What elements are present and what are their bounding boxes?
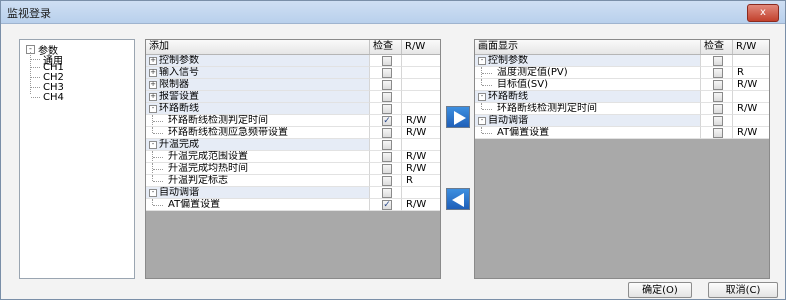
- table-row[interactable]: 温度测定值(PV) R: [475, 67, 769, 79]
- cancel-button[interactable]: 取消(C): [708, 282, 778, 298]
- checkbox[interactable]: [713, 56, 723, 66]
- grid-header: 添加 检查 R/W: [146, 40, 440, 55]
- expand-icon: +: [149, 56, 157, 65]
- checkbox-checked[interactable]: ✓: [382, 116, 392, 126]
- remove-from-display-button[interactable]: [446, 188, 470, 210]
- parameter-tree[interactable]: - 参数 通用 CH1 CH2 CH3 CH4: [19, 39, 135, 279]
- ok-button[interactable]: 确定(O): [628, 282, 692, 298]
- grid-header: 画面显示 检查 R/W: [475, 40, 769, 55]
- column-header-display[interactable]: 画面显示: [475, 40, 701, 54]
- collapse-icon: -: [478, 93, 486, 101]
- checkbox[interactable]: [382, 92, 392, 102]
- checkbox[interactable]: [713, 92, 723, 102]
- close-button[interactable]: x: [747, 4, 779, 22]
- checkbox[interactable]: [382, 188, 392, 198]
- expand-icon: +: [149, 92, 157, 101]
- collapse-icon: -: [478, 57, 486, 65]
- checkbox[interactable]: [382, 68, 392, 78]
- checkbox[interactable]: [713, 68, 723, 78]
- column-header-rw[interactable]: R/W: [402, 40, 440, 54]
- table-row[interactable]: - 环路断线: [146, 103, 440, 115]
- checkbox[interactable]: [382, 104, 392, 114]
- tree-node-ch4[interactable]: CH4: [31, 92, 64, 103]
- arrow-left-icon: [452, 193, 464, 207]
- table-row[interactable]: + 控制参数: [146, 55, 440, 67]
- checkbox[interactable]: [382, 164, 392, 174]
- table-row[interactable]: 环路断线检测判定时间 R/W: [475, 103, 769, 115]
- collapse-icon: -: [478, 117, 486, 125]
- table-row[interactable]: 环路断线检测应急频带设置 R/W: [146, 127, 440, 139]
- monitor-register-dialog: 监视登录 x - 参数 通用 CH1 CH2 CH3 CH4 添加 检查 R/W…: [0, 0, 786, 300]
- table-row[interactable]: 升温完成范围设置 R/W: [146, 151, 440, 163]
- collapse-icon: -: [149, 105, 157, 113]
- checkbox[interactable]: [382, 176, 392, 186]
- checkbox[interactable]: [382, 56, 392, 66]
- collapse-icon: -: [149, 189, 157, 197]
- table-row[interactable]: 升温完成均热时间 R/W: [146, 163, 440, 175]
- table-row[interactable]: - 自动调谐: [146, 187, 440, 199]
- column-header-check[interactable]: 检查: [701, 40, 733, 54]
- table-row[interactable]: 升温判定标志 R: [146, 175, 440, 187]
- window-title: 监视登录: [7, 7, 51, 20]
- expand-icon: +: [149, 80, 157, 89]
- checkbox-checked[interactable]: ✓: [382, 200, 392, 210]
- checkbox[interactable]: [382, 140, 392, 150]
- table-row[interactable]: 目标值(SV) R/W: [475, 79, 769, 91]
- checkbox[interactable]: [713, 80, 723, 90]
- checkbox[interactable]: [382, 152, 392, 162]
- table-row[interactable]: - 自动调谐: [475, 115, 769, 127]
- table-row[interactable]: + 限制器: [146, 79, 440, 91]
- checkbox[interactable]: [713, 116, 723, 126]
- table-row[interactable]: + 报警设置: [146, 91, 440, 103]
- checkbox[interactable]: [713, 128, 723, 138]
- table-row[interactable]: - 环路断线: [475, 91, 769, 103]
- table-row[interactable]: 环路断线检测判定时间 ✓ R/W: [146, 115, 440, 127]
- column-header-rw[interactable]: R/W: [733, 40, 769, 54]
- screen-display-grid[interactable]: 画面显示 检查 R/W - 控制参数 温度测定值(PV) R 目标值(SV) R/…: [474, 39, 770, 279]
- checkbox[interactable]: [382, 80, 392, 90]
- column-header-check[interactable]: 检查: [370, 40, 402, 54]
- table-row[interactable]: AT偏置设置 R/W: [475, 127, 769, 139]
- column-header-add[interactable]: 添加: [146, 40, 370, 54]
- table-row[interactable]: - 控制参数: [475, 55, 769, 67]
- checkbox[interactable]: [382, 128, 392, 138]
- arrow-right-icon: [454, 111, 466, 125]
- checkbox[interactable]: [713, 104, 723, 114]
- table-row[interactable]: - 升温完成: [146, 139, 440, 151]
- add-parameter-grid[interactable]: 添加 检查 R/W + 控制参数 + 输入信号 + 限制器 + 报警设置 - 环路断线: [145, 39, 441, 279]
- table-row[interactable]: AT偏置设置 ✓ R/W: [146, 199, 440, 211]
- title-bar: 监视登录 x: [1, 1, 785, 24]
- table-row[interactable]: + 输入信号: [146, 67, 440, 79]
- add-to-display-button[interactable]: [446, 106, 470, 128]
- collapse-icon: -: [149, 141, 157, 149]
- expand-icon: +: [149, 68, 157, 77]
